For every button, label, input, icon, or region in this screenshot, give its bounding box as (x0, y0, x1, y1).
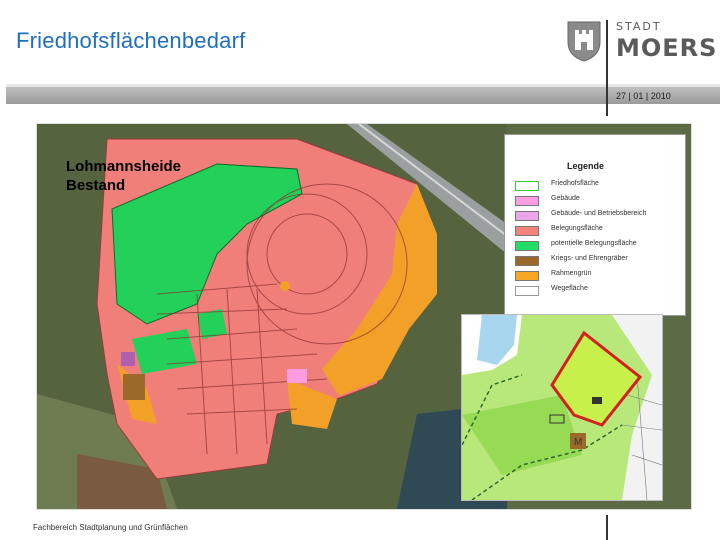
footer-divider (606, 515, 608, 540)
legend-swatch (515, 271, 539, 281)
map-label-status: Bestand (66, 177, 126, 194)
legend-label: Gebäude (551, 195, 580, 202)
legend-label: potentielle Belegungsfläche (551, 240, 637, 247)
header-bar-highlight (6, 84, 720, 87)
map-label-location: Lohmannsheide (66, 158, 182, 175)
legend-swatch (515, 241, 539, 251)
legend-title: Legende (567, 161, 605, 171)
legend-label: Friedhofsfläche (551, 180, 599, 187)
legend-label: Gebäude- und Betriebsbereich (551, 210, 647, 217)
legend-swatch (515, 286, 539, 296)
footer-department: Fachbereich Stadtplanung und Grünflächen (33, 523, 188, 532)
inset-map-graphic: M (461, 315, 663, 501)
map-label: Lohmannsheide Bestand (66, 157, 181, 195)
page-title: Friedhofsflächenbedarf (16, 28, 246, 53)
legend-label: Kriegs- und Ehrengräber (551, 255, 628, 262)
logo-city-name: MOERS (616, 34, 718, 62)
legend-swatch (515, 196, 539, 206)
inset-map: M (461, 314, 663, 501)
date-label: 27 | 01 | 2010 (616, 91, 671, 101)
legend-swatch (515, 226, 539, 236)
castle-shield-icon (567, 21, 601, 62)
inset-marker-label: M (574, 437, 582, 448)
header-divider (606, 20, 608, 116)
legend-label: Wegefläche (551, 285, 588, 292)
legend-swatch (515, 181, 539, 191)
legend-label: Belegungsfläche (551, 225, 603, 232)
legend-swatch (515, 211, 539, 221)
header-bar (6, 84, 720, 104)
legend-swatch (515, 256, 539, 266)
map-legend: Legende Friedhofsfläche Gebäude Gebäude-… (504, 134, 686, 316)
legend-label: Rahmengrün (551, 270, 592, 277)
city-logo: STADT MOERS (560, 18, 716, 66)
logo-stadt-text: STADT (616, 20, 662, 33)
